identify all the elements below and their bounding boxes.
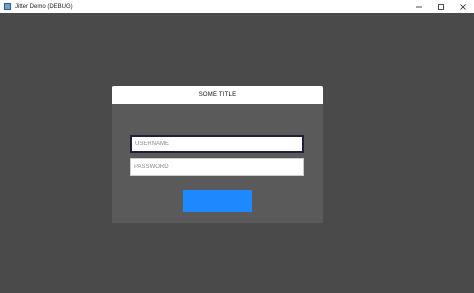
login-dialog: SOME TITLE	[112, 86, 323, 223]
close-button[interactable]	[452, 0, 474, 13]
username-input[interactable]	[130, 135, 304, 153]
maximize-button[interactable]	[430, 0, 452, 13]
title-bar[interactable]: Jitter Demo (DEBUG)	[0, 0, 474, 13]
dialog-title: SOME TITLE	[198, 92, 237, 98]
app-icon	[4, 3, 11, 10]
maximize-icon	[438, 3, 444, 10]
minimize-button[interactable]	[408, 0, 430, 13]
dialog-header: SOME TITLE	[112, 86, 323, 104]
password-input[interactable]	[130, 158, 304, 176]
close-icon	[460, 3, 466, 10]
minimize-icon	[416, 6, 422, 7]
window-title: Jitter Demo (DEBUG)	[15, 3, 73, 10]
submit-button[interactable]	[183, 190, 252, 212]
window-controls	[408, 0, 474, 13]
app-window: Jitter Demo (DEBUG) SOME TITLE	[0, 0, 474, 293]
